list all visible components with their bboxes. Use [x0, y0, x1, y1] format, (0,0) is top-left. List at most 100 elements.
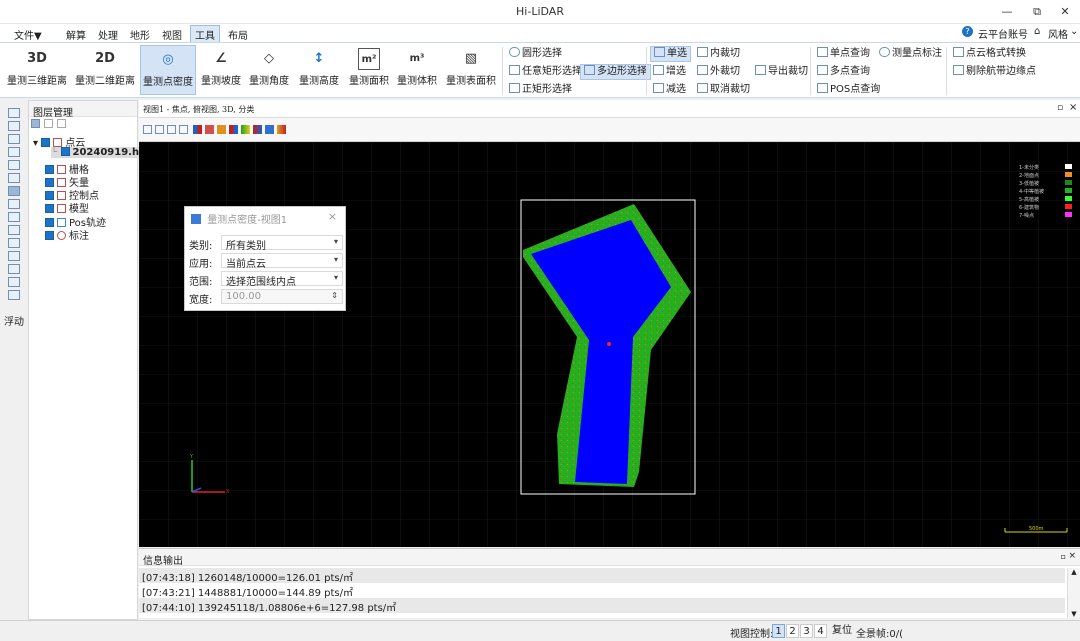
category-select[interactable]: 所有类别 ▾	[221, 235, 343, 252]
tool-icon-14[interactable]	[8, 277, 20, 287]
menu-file[interactable]: 文件▼	[10, 26, 46, 43]
square-select-button[interactable]: 正矩形选择	[506, 82, 575, 98]
apply-select[interactable]: 当前点云 ▾	[221, 253, 343, 270]
measure-3d-distance-button[interactable]: 3D 量测三维距离	[4, 45, 70, 95]
tool-icon-10[interactable]	[8, 225, 20, 235]
layer-toolbar-icon-1[interactable]	[31, 119, 40, 128]
add-select-button[interactable]: 增选	[650, 64, 689, 80]
measure-label-button[interactable]: 测量点标注	[876, 46, 945, 62]
tool-icon-13[interactable]	[8, 264, 20, 274]
measure-height-button[interactable]: ↕ 量测高度	[296, 45, 342, 95]
tool-icon-3[interactable]	[8, 134, 20, 144]
view-1-button[interactable]: 1	[772, 624, 785, 638]
any-rect-select-button[interactable]: 任意矩形选择	[506, 64, 585, 80]
menu-tools[interactable]: 工具	[190, 25, 220, 43]
remove-strip-edge-button[interactable]: 剔除航带边缘点	[950, 64, 1039, 80]
measure-angle-button[interactable]: ◇ 量测角度	[246, 45, 292, 95]
dialog-close-icon[interactable]: ×	[328, 210, 337, 223]
view-tool-icon[interactable]	[167, 125, 176, 134]
layer-checkbox[interactable]	[45, 204, 54, 213]
menu-solve[interactable]: 解算	[62, 26, 90, 43]
reset-button[interactable]: 复位	[830, 624, 854, 638]
help-icon[interactable]: ?	[962, 26, 973, 37]
tool-icon-7[interactable]	[8, 186, 20, 196]
layer-checkbox[interactable]	[45, 178, 54, 187]
view-tool-icon[interactable]	[217, 125, 226, 134]
layer-checkbox[interactable]	[45, 231, 54, 240]
expand-icon[interactable]: ▾	[33, 138, 41, 149]
subtract-select-button[interactable]: 减选	[650, 82, 689, 98]
view-2-button[interactable]: 2	[786, 624, 799, 638]
layer-model[interactable]: 模型	[45, 200, 89, 215]
layer-annotation[interactable]: 标注	[45, 227, 89, 242]
pin-icon[interactable]: ▫	[1061, 552, 1066, 561]
view-tool-icon[interactable]	[253, 125, 262, 134]
style-menu[interactable]: 风格	[1048, 26, 1068, 41]
view-tool-icon[interactable]	[265, 125, 274, 134]
layer-file-item[interactable]: └ 20240919.hlz	[51, 147, 151, 158]
multi-point-query-button[interactable]: 多点查询	[814, 64, 873, 80]
view-tool-icon[interactable]	[229, 125, 238, 134]
dialog-titlebar[interactable]: 量测点密度-视图1 ×	[185, 207, 345, 227]
tool-icon-2[interactable]	[8, 121, 20, 131]
polygon-select-button[interactable]: 多边形选择	[580, 64, 651, 80]
float-toggle[interactable]: 浮动	[4, 313, 24, 328]
tool-icon-12[interactable]	[8, 251, 20, 261]
view-tool-icon[interactable]	[241, 125, 250, 134]
range-select[interactable]: 选择范围线内点 ▾	[221, 271, 343, 288]
view-3-button[interactable]: 3	[800, 624, 813, 638]
minimize-button[interactable]: —	[996, 3, 1018, 21]
point-cloud-format-convert-button[interactable]: 点云格式转换	[950, 46, 1029, 62]
tool-icon-1[interactable]	[8, 108, 20, 118]
info-scrollbar[interactable]: ▲ ▼	[1067, 568, 1080, 618]
scroll-down-icon[interactable]: ▼	[1068, 610, 1080, 618]
layer-checkbox[interactable]	[60, 147, 70, 156]
close-window-button[interactable]: ✕	[1054, 3, 1076, 21]
inner-clip-button[interactable]: 内裁切	[694, 46, 743, 62]
restore-button[interactable]: ⧉	[1026, 3, 1048, 21]
menu-terrain[interactable]: 地形	[126, 26, 154, 43]
view-tool-icon[interactable]	[143, 125, 152, 134]
tool-icon-8[interactable]	[8, 199, 20, 209]
close-info-icon[interactable]: ×	[1068, 551, 1076, 561]
view-tool-icon[interactable]	[179, 125, 188, 134]
view-tool-icon[interactable]	[155, 125, 164, 134]
point-cloud-viewport[interactable]: Y X 500m 1-未分类 2-地面点 3-低植被 4-中等植被 5-高植被 …	[139, 142, 1080, 547]
layer-checkbox[interactable]	[45, 191, 54, 200]
width-input[interactable]: 100.00 ⇕	[221, 289, 343, 304]
menu-view[interactable]: 视图	[158, 26, 186, 43]
tool-icon-5[interactable]	[8, 160, 20, 170]
scroll-up-icon[interactable]: ▲	[1068, 568, 1080, 576]
circle-select-button[interactable]: 圆形选择	[506, 46, 565, 62]
measure-2d-distance-button[interactable]: 2D 量测二维距离	[72, 45, 138, 95]
layer-toolbar-icon-3[interactable]	[57, 119, 66, 128]
cancel-clip-button[interactable]: 取消裁切	[694, 82, 753, 98]
view-tool-icon[interactable]	[205, 125, 214, 134]
chevron-down-icon[interactable]: ⌄	[1070, 26, 1078, 37]
measure-area-button[interactable]: m² 量测面积	[346, 45, 392, 95]
measure-point-density-button[interactable]: ◎ 量测点密度	[140, 45, 196, 95]
view-tool-icon[interactable]	[277, 125, 286, 134]
export-clip-button[interactable]: 导出裁切	[752, 64, 811, 80]
measure-volume-button[interactable]: m³ 量测体积	[394, 45, 440, 95]
single-point-query-button[interactable]: 单点查询	[814, 46, 873, 62]
cloud-account-link[interactable]: 云平台账号	[978, 26, 1028, 41]
layer-toolbar-icon-2[interactable]	[44, 119, 53, 128]
menu-process[interactable]: 处理	[94, 26, 122, 43]
measure-surface-area-button[interactable]: ▧ 量测表面积	[444, 45, 498, 95]
close-view-icon[interactable]: ×	[1069, 102, 1077, 113]
layer-checkbox[interactable]	[45, 218, 54, 227]
single-select-button[interactable]: 单选	[650, 46, 691, 62]
menu-layout[interactable]: 布局	[224, 26, 252, 43]
view-4-button[interactable]: 4	[814, 624, 827, 638]
tool-icon-15[interactable]	[8, 290, 20, 300]
tool-icon-4[interactable]	[8, 147, 20, 157]
layer-checkbox[interactable]	[45, 165, 54, 174]
tool-icon-11[interactable]	[8, 238, 20, 248]
pos-point-query-button[interactable]: POS点查询	[814, 82, 883, 98]
view-tool-icon[interactable]	[193, 125, 202, 134]
measure-slope-button[interactable]: ∠ 量测坡度	[198, 45, 244, 95]
pin-icon[interactable]: ▫	[1057, 103, 1063, 113]
layer-checkbox[interactable]	[41, 138, 51, 147]
tool-icon-9[interactable]	[8, 212, 20, 222]
